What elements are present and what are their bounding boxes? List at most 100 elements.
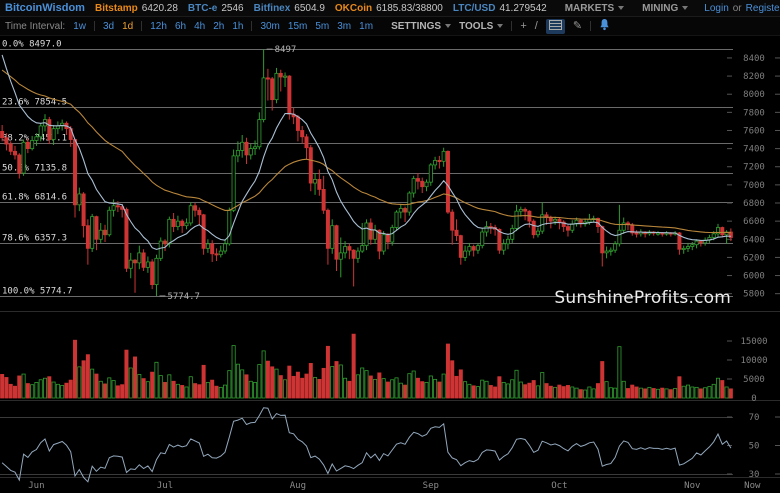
candle-body — [373, 230, 376, 239]
volume-bar — [146, 382, 149, 398]
volume-bar — [305, 374, 308, 398]
candle-body — [331, 226, 334, 249]
volume-bar — [622, 381, 625, 398]
price-tick-label: 6400 — [743, 235, 765, 245]
volume-bar — [318, 379, 321, 398]
candle-body — [18, 155, 21, 173]
candle-body — [326, 210, 329, 248]
fib-label: 50.0% 7135.8 — [2, 164, 67, 174]
candle-body — [39, 126, 42, 137]
volume-bar — [228, 371, 231, 398]
volume-bar — [433, 379, 436, 398]
volume-bar — [326, 346, 329, 398]
x-axis-label: Jul — [157, 481, 173, 491]
candle-body — [9, 144, 12, 151]
price-tick-label: 7600 — [743, 126, 765, 136]
volume-bar — [626, 389, 629, 399]
rsi-tick-label: 70 — [749, 413, 760, 423]
volume-bar — [686, 385, 689, 398]
candle-body — [356, 251, 359, 258]
candle-body — [605, 251, 608, 253]
candle-body — [386, 235, 389, 242]
candle-body — [382, 235, 385, 251]
volume-bar — [721, 381, 724, 398]
candle-body — [168, 219, 171, 243]
candle-body — [211, 244, 214, 254]
candle-body — [108, 210, 111, 234]
volume-bar — [82, 361, 85, 398]
volume-bar — [296, 372, 299, 398]
volume-bar — [241, 370, 244, 398]
candle-body — [266, 78, 269, 79]
volume-bar — [112, 381, 115, 398]
volume-bar — [549, 386, 552, 398]
candle-body — [468, 247, 471, 252]
candle-body — [258, 120, 261, 147]
candle-body — [506, 239, 509, 244]
candle-body — [159, 241, 162, 258]
volume-axis: 050001000015000 — [727, 337, 768, 404]
volume-bar — [168, 375, 171, 398]
volume-bar — [639, 388, 642, 398]
volume-bar — [399, 383, 402, 398]
x-axis-label: Now — [744, 481, 761, 491]
candle-body — [138, 253, 141, 263]
volume-bar — [669, 390, 672, 398]
volume-bar — [91, 369, 94, 398]
volume-bar — [339, 365, 342, 398]
volume-bar — [219, 387, 222, 398]
price-tick-label: 7200 — [743, 163, 765, 173]
volume-bar — [382, 379, 385, 398]
candle-body — [262, 78, 265, 120]
volume-bar — [635, 387, 638, 398]
volume-bars — [1, 334, 733, 398]
fib-label: 78.6% 6357.3 — [2, 234, 67, 244]
candle-body — [283, 76, 286, 77]
volume-bar — [725, 387, 728, 398]
volume-bar — [536, 386, 539, 398]
volume-bar — [266, 361, 269, 398]
price-tick-label: 5800 — [743, 290, 765, 300]
candle-body — [476, 246, 479, 251]
candle-body — [176, 221, 179, 226]
volume-bar — [172, 381, 175, 398]
candle-body — [656, 233, 659, 234]
volume-bar — [631, 385, 634, 398]
volume-bar — [343, 378, 346, 398]
time-axis: JunJulAugSepOctNovNow — [28, 481, 761, 491]
candle-body — [228, 210, 231, 244]
volume-bar — [429, 376, 432, 398]
volume-bar — [189, 377, 192, 398]
volume-bar — [48, 377, 51, 398]
x-axis-label: Oct — [551, 481, 567, 491]
candle-body — [185, 223, 188, 226]
volume-bar — [185, 387, 188, 398]
price-annotation: 5774.7 — [167, 292, 200, 302]
volume-bar — [279, 376, 282, 398]
volume-bar — [361, 368, 364, 398]
volume-bar — [369, 376, 372, 398]
volume-bar — [644, 389, 647, 398]
price-tick-label: 6000 — [743, 272, 765, 282]
x-axis-label: Sep — [423, 481, 439, 491]
candle-body — [339, 253, 342, 259]
rsi-line — [2, 408, 731, 482]
volume-bar — [545, 384, 548, 398]
candle-body — [524, 209, 527, 211]
candle-body — [691, 245, 694, 247]
volume-bar — [579, 390, 582, 398]
volume-bar — [712, 384, 715, 398]
volume-tick-label: 10000 — [740, 356, 767, 366]
candle-body — [463, 251, 466, 257]
price-tick-label: 8000 — [743, 90, 765, 100]
chart-canvas[interactable]: 0.0% 8497.023.6% 7854.538.2% 7457.150.0%… — [0, 0, 780, 493]
volume-bar — [35, 382, 38, 398]
candle-body — [112, 206, 115, 211]
candle-body — [369, 223, 372, 239]
candle-body — [129, 260, 132, 268]
volume-bar — [476, 387, 479, 398]
volume-bar — [485, 381, 488, 398]
volume-bar — [656, 389, 659, 398]
candle-body — [48, 120, 51, 140]
candle-body — [296, 117, 299, 131]
